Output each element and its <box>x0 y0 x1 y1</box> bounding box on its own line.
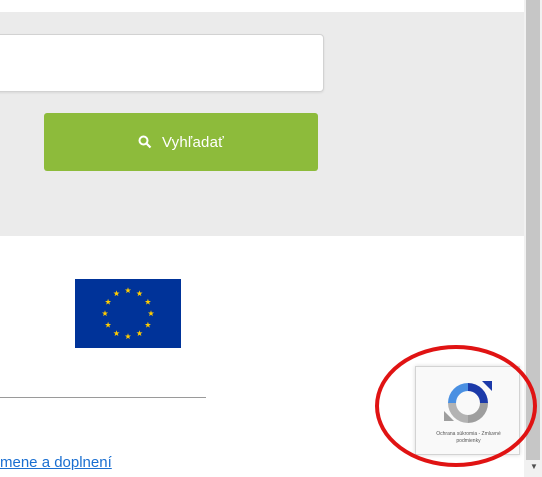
divider <box>0 397 206 398</box>
eu-star-icon <box>124 287 132 294</box>
eu-star-icon <box>105 321 112 328</box>
eu-flag-stars <box>101 287 155 340</box>
search-button[interactable]: Vyhľadať <box>44 113 318 171</box>
top-strip <box>0 0 524 12</box>
eu-star-icon <box>147 310 155 317</box>
scroll-down-arrow-icon[interactable]: ▼ <box>530 462 538 471</box>
footer-link[interactable]: mene a doplnení <box>0 454 112 471</box>
eu-star-icon <box>105 298 112 305</box>
scrollbar-thumb[interactable] <box>526 0 540 460</box>
eu-star-icon <box>124 333 132 340</box>
eu-star-icon <box>101 310 109 317</box>
eu-star-icon <box>144 321 151 328</box>
eu-star-icon <box>113 330 120 337</box>
eu-star-icon <box>113 290 120 297</box>
scrollbar[interactable] <box>524 0 542 477</box>
recaptcha-logo-icon <box>444 381 492 423</box>
search-button-label: Vyhľadať <box>162 133 224 151</box>
search-icon <box>138 135 152 149</box>
eu-flag <box>75 279 181 348</box>
eu-star-icon <box>136 290 143 297</box>
search-panel: Vyhľadať <box>0 12 524 236</box>
eu-star-icon <box>136 330 143 337</box>
recaptcha-terms[interactable]: Ochrana súkromia - Zmluvné podmienky <box>420 431 517 445</box>
search-input[interactable] <box>0 34 324 92</box>
recaptcha-badge[interactable]: Ochrana súkromia - Zmluvné podmienky <box>415 366 520 455</box>
eu-star-icon <box>144 298 151 305</box>
